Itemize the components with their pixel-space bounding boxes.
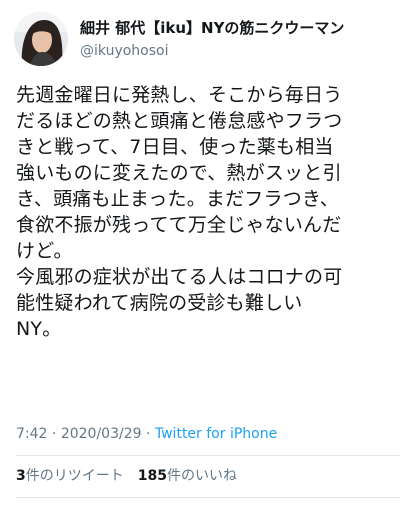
- tweet-meta: 7:42 · 2020/03/29 · Twitter for iPhone: [16, 425, 386, 443]
- meta-separator: ·: [145, 426, 151, 442]
- tweet-header: 細井 郁代【iku】NYの筋ニクウーマン @ikuyohosoi: [14, 12, 386, 68]
- tweet-stats: 3件のリツイート 185件のいいね: [16, 467, 237, 485]
- author-display-name[interactable]: 細井 郁代【iku】NYの筋ニクウーマン: [80, 18, 386, 38]
- author-names: 細井 郁代【iku】NYの筋ニクウーマン @ikuyohosoi: [80, 18, 386, 60]
- tweet-date[interactable]: 2020/03/29: [61, 426, 142, 442]
- avatar[interactable]: [14, 12, 68, 66]
- tweet-source-link[interactable]: Twitter for iPhone: [155, 426, 277, 442]
- meta-separator: ·: [51, 426, 57, 442]
- tweet-text-line: 強いものに変えたので、熱がスッと引: [16, 162, 342, 184]
- retweets-stat[interactable]: 3件のリツイート: [16, 468, 124, 484]
- divider: [16, 497, 400, 498]
- retweets-count: 3: [16, 468, 26, 484]
- likes-stat[interactable]: 185件のいいね: [138, 468, 237, 484]
- retweets-label: 件のリツイート: [25, 468, 124, 484]
- tweet-time[interactable]: 7:42: [16, 426, 47, 442]
- divider: [16, 455, 400, 456]
- likes-count: 185: [137, 468, 167, 484]
- tweet-text-line: NY。: [16, 318, 62, 340]
- tweet-text-line: きと戦って、7日目、使った薬も相当: [16, 136, 334, 158]
- tweet-text-line: き、頭痛も止まった。まだフラつき、: [16, 188, 339, 210]
- tweet-text-line: 先週金曜日に発熱し、そこから毎日う: [16, 84, 343, 106]
- author-handle[interactable]: @ikuyohosoi: [80, 42, 386, 60]
- tweet-text-line: 今風邪の症状が出てる人はコロナの可: [16, 266, 343, 288]
- tweet-text-line: 能性疑われて病院の受診も難しい: [16, 292, 303, 314]
- avatar-photo-icon: [14, 12, 68, 66]
- tweet-text: 先週金曜日に発熱し、そこから毎日う だるほどの熱と頭痛と倦怠感やフラつ きと戦っ…: [16, 82, 388, 342]
- tweet-text-line: だるほどの熱と頭痛と倦怠感やフラつ: [16, 110, 343, 132]
- tweet-text-line: 食欲不振が残ってて万全じゃないんだ: [16, 214, 342, 236]
- likes-label: 件のいいね: [166, 468, 237, 484]
- tweet-text-line: けど。: [16, 240, 73, 262]
